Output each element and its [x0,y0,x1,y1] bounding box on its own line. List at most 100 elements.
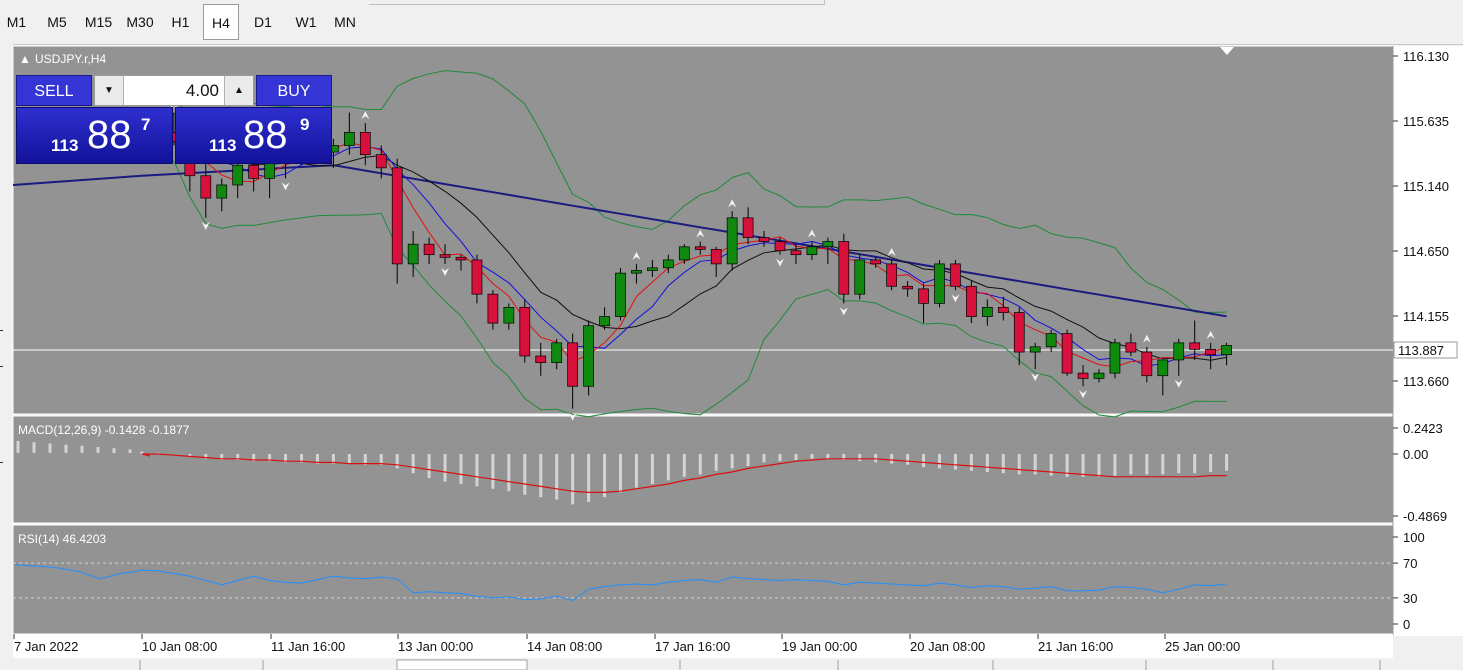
candle-body[interactable] [455,256,467,261]
time-label: 11 Jan 16:00 [271,639,345,654]
candle-body[interactable] [1045,333,1057,348]
macd-panel[interactable] [12,415,1394,524]
candle-body[interactable] [726,217,738,265]
candle-body[interactable] [375,154,387,169]
rsi-tick-label: 70 [1403,556,1417,571]
buy-price-big: 88 [243,113,288,157]
candle-body[interactable] [1061,333,1073,374]
macd-tick-label: 0.2423 [1403,421,1443,436]
candle-body[interactable] [1205,349,1217,356]
time-label: 25 Jan 00:00 [1165,639,1240,654]
candle-body[interactable] [471,259,483,295]
candle-body[interactable] [1077,372,1089,379]
candle-body[interactable] [918,288,929,304]
candle-body[interactable] [758,237,770,242]
candle-body[interactable] [870,259,882,265]
time-label: 17 Jan 16:00 [655,639,730,654]
candle-body[interactable] [359,131,371,156]
one-click-trading-panel: SELL ▼ 4.00 ▲ BUY 113 88 7 113 88 9 [16,75,332,164]
candle-body[interactable] [647,267,658,271]
candle-body[interactable] [694,246,706,250]
lot-size-stepper[interactable]: ▼ 4.00 ▲ [94,75,254,106]
candle-body[interactable] [615,272,626,317]
rsi-panel[interactable] [12,524,1394,635]
sell-price-button[interactable]: 113 88 7 [16,107,173,164]
candle-body[interactable] [567,342,579,387]
candle-body[interactable] [1221,345,1232,356]
current-price-label: 113.887 [1398,343,1444,358]
price-tick-label: 114.650 [1403,244,1449,259]
sell-price-sup: 7 [141,115,151,134]
candle-body[interactable] [790,250,802,256]
candle-body[interactable] [519,306,531,357]
candle-body[interactable] [1173,342,1185,361]
macd-label: MACD(12,26,9) -0.1428 -0.1877 [18,423,190,437]
time-label: 7 Jan 2022 [14,639,78,654]
candle-body[interactable] [678,246,690,261]
candle-body[interactable] [1125,342,1137,353]
candle-body[interactable] [344,131,355,146]
candle-body[interactable] [216,184,228,199]
sell-price-prefix: 113 [51,136,79,155]
candle-body[interactable] [535,355,547,363]
candle-body[interactable] [551,342,563,363]
candle-body[interactable] [774,241,786,252]
candle-body[interactable] [886,263,898,287]
candle-body[interactable] [407,243,419,265]
macd-tick-label: -0.4869 [1403,509,1447,524]
candle-body[interactable] [742,217,754,238]
time-label: 10 Jan 08:00 [142,639,217,654]
candle-body[interactable] [934,263,945,304]
bottom-tabs-bar [0,658,1463,670]
price-tick-label: 114.155 [1403,309,1449,324]
candle-body[interactable] [838,241,850,295]
candle-body[interactable] [200,175,212,199]
candle-body[interactable] [423,243,435,256]
buy-button[interactable]: BUY [256,75,332,106]
candle-body[interactable] [503,306,515,324]
candle-body[interactable] [1141,351,1153,377]
candle-body[interactable] [439,254,451,258]
candle-body[interactable] [981,306,993,317]
price-tick-label: 113.660 [1403,374,1449,389]
candle-body[interactable] [902,285,913,290]
rsi-tick-label: 30 [1403,591,1417,606]
buy-price-prefix: 113 [209,136,237,155]
candle-body[interactable] [599,316,610,327]
time-label: 21 Jan 16:00 [1038,639,1113,654]
buy-price-button[interactable]: 113 88 9 [175,107,332,164]
candle-body[interactable] [806,246,818,256]
active-tab[interactable] [396,659,528,670]
candle-body[interactable] [997,306,1009,313]
candle-body[interactable] [950,263,961,287]
buy-price-sup: 9 [300,115,310,134]
lot-increase-icon[interactable]: ▲ [224,76,253,105]
lot-decrease-icon[interactable]: ▼ [95,76,124,105]
rsi-label: RSI(14) 46.4203 [18,532,106,546]
candle-body[interactable] [264,162,275,179]
candle-body[interactable] [1013,312,1025,353]
candle-body[interactable] [1029,346,1041,353]
candle-body[interactable] [710,249,722,265]
candle-body[interactable] [583,325,594,387]
candle-body[interactable] [822,241,834,248]
candle-body[interactable] [854,259,866,295]
candle-body[interactable] [391,167,403,265]
candle-body[interactable] [248,164,259,179]
sell-price-big: 88 [87,113,132,157]
sell-button[interactable]: SELL [16,75,92,106]
candle-body[interactable] [662,259,674,269]
candle-body[interactable] [1109,342,1121,374]
symbol-label: USDJPY.r,H4 [35,52,106,66]
lot-size-value[interactable]: 4.00 [186,76,219,105]
candle-body[interactable] [1189,342,1201,350]
candle-body[interactable] [487,293,499,324]
candle-body[interactable] [1157,359,1169,377]
candle-body[interactable] [232,164,244,186]
price-tick-label: 116.130 [1403,49,1449,64]
time-label: 19 Jan 00:00 [782,639,857,654]
macd-tick-label: 0.00 [1403,447,1428,462]
candle-body[interactable] [631,270,642,274]
candle-body[interactable] [1093,372,1105,379]
candle-body[interactable] [966,285,977,317]
